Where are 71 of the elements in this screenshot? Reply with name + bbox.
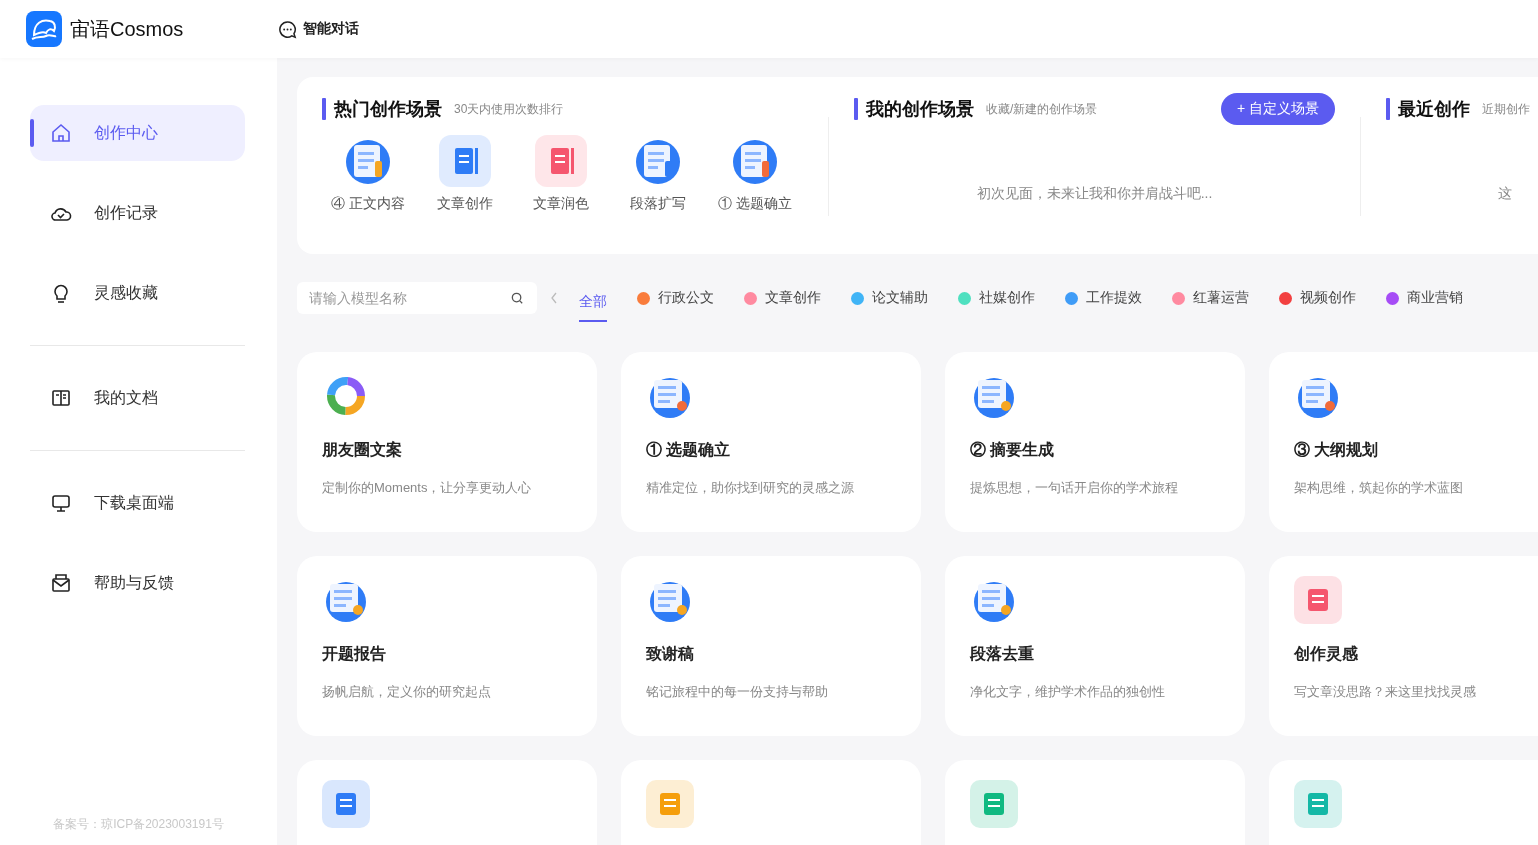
- sidebar-item[interactable]: 灵感收藏: [30, 265, 245, 321]
- app-name: 宙语Cosmos: [70, 16, 184, 42]
- card-title: ③ 大纲规划: [1294, 440, 1380, 460]
- scene-card[interactable]: ② 摘要生成 提炼思想，一句话开启你的学术旅程: [945, 352, 1245, 532]
- book-icon: [50, 387, 72, 409]
- card-title: ① 选题确立: [646, 440, 732, 460]
- category-tab[interactable]: 全部: [579, 282, 607, 322]
- section-subtitle: 近期创作: [1482, 100, 1530, 118]
- scene-shortcut[interactable]: 文章润色: [513, 135, 610, 213]
- card-description: 净化文字，维护学术作品的独创性: [970, 683, 1166, 701]
- section-subtitle: 30天内使用次数排行: [454, 100, 564, 118]
- search-field[interactable]: 请输入模型名称: [297, 282, 537, 314]
- category-tab[interactable]: 行政公文: [637, 282, 714, 314]
- card-description: 架构思维，筑起你的学术蓝图: [1294, 479, 1464, 497]
- chat-bubble-icon: [278, 19, 297, 39]
- sidebar-item[interactable]: 下载桌面端: [30, 475, 245, 531]
- sidebar-item[interactable]: 创作记录: [30, 185, 245, 241]
- card-description: 铭记旅程中的每一份支持与帮助: [646, 683, 829, 701]
- category-tab[interactable]: 视频创作: [1279, 282, 1356, 314]
- logo-icon: [26, 11, 62, 47]
- search-icon: [510, 291, 525, 306]
- empty-message: 初次见面，未来让我和你并肩战斗吧...: [975, 185, 1214, 203]
- category-tab[interactable]: 商业营销: [1386, 282, 1463, 314]
- scene-card[interactable]: ③ 大纲规划 架构思维，筑起你的学术蓝图: [1269, 352, 1538, 532]
- category-tab[interactable]: 工作提效: [1065, 282, 1142, 314]
- scene-card[interactable]: 段落去重 净化文字，维护学术作品的独创性: [945, 556, 1245, 736]
- scene-shortcut[interactable]: 文章创作: [416, 135, 514, 213]
- empty-message: 这: [1497, 185, 1513, 203]
- custom-scene-button[interactable]: + 自定义场景: [1220, 93, 1335, 125]
- monitor-icon: [50, 492, 72, 514]
- category-tab[interactable]: 社媒创作: [958, 282, 1035, 314]
- card-description: 扬帆启航，定义你的研究起点: [322, 683, 492, 701]
- section-subtitle: 收藏/新建的创作场景: [986, 100, 1098, 118]
- book-icon: [438, 135, 491, 187]
- card-title: 开题报告: [322, 644, 387, 664]
- app-tile-icon: [1294, 780, 1342, 828]
- card-title: 致谢稿: [646, 644, 695, 664]
- category-tab[interactable]: 文章创作: [744, 282, 821, 314]
- category-tab[interactable]: 红薯运营: [1172, 282, 1249, 314]
- scene-card[interactable]: 开题报告 扬帆启航，定义你的研究起点: [297, 556, 597, 736]
- scene-shortcut[interactable]: ④ 正文内容: [320, 135, 417, 213]
- sidebar-item[interactable]: 创作中心: [30, 105, 245, 161]
- card-description: 精准定位，助你找到研究的灵感之源: [646, 479, 855, 497]
- app-tile-icon: [646, 780, 694, 828]
- section-title: 最近创作: [1398, 98, 1470, 121]
- app-tile-icon: [970, 780, 1018, 828]
- card-description: 写文章没思路？来这里找找灵感: [1294, 683, 1477, 701]
- sidebar-item[interactable]: 我的文档: [30, 370, 245, 426]
- card-title: 朋友圈文案: [322, 440, 403, 460]
- section-title: 我的创作场景: [866, 98, 974, 121]
- card-description: 提炼思想，一句话开启你的学术旅程: [970, 479, 1179, 497]
- card-description: 定制你的Moments，让分享更动人心: [322, 479, 533, 497]
- category-tab[interactable]: 论文辅助: [851, 282, 928, 314]
- sidebar-item[interactable]: 帮助与反馈: [30, 555, 245, 611]
- scene-shortcut[interactable]: ① 选题确立: [706, 135, 803, 213]
- scene-card[interactable]: 致谢稿 铭记旅程中的每一份支持与帮助: [621, 556, 921, 736]
- home-icon: [50, 122, 72, 144]
- chat-nav-link[interactable]: 智能对话: [278, 19, 359, 39]
- book-icon: [535, 135, 588, 187]
- card-title: 创作灵感: [1294, 644, 1359, 664]
- chevron-left-icon[interactable]: [549, 290, 559, 306]
- app-tile-icon: [322, 780, 370, 828]
- card-title: 段落去重: [970, 644, 1035, 664]
- app-tile-icon: [1294, 576, 1342, 624]
- scene-card[interactable]: 朋友圈文案 定制你的Moments，让分享更动人心: [297, 352, 597, 532]
- scene-card[interactable]: 创作灵感 写文章没思路？来这里找找灵感: [1269, 556, 1538, 736]
- mail-icon: [50, 572, 72, 594]
- scene-shortcut[interactable]: 段落扩写: [609, 135, 707, 213]
- card-title: ② 摘要生成: [970, 440, 1056, 460]
- section-title: 热门创作场景: [334, 98, 442, 121]
- scene-card[interactable]: ① 选题确立 精准定位，助你找到研究的灵感之源: [621, 352, 921, 532]
